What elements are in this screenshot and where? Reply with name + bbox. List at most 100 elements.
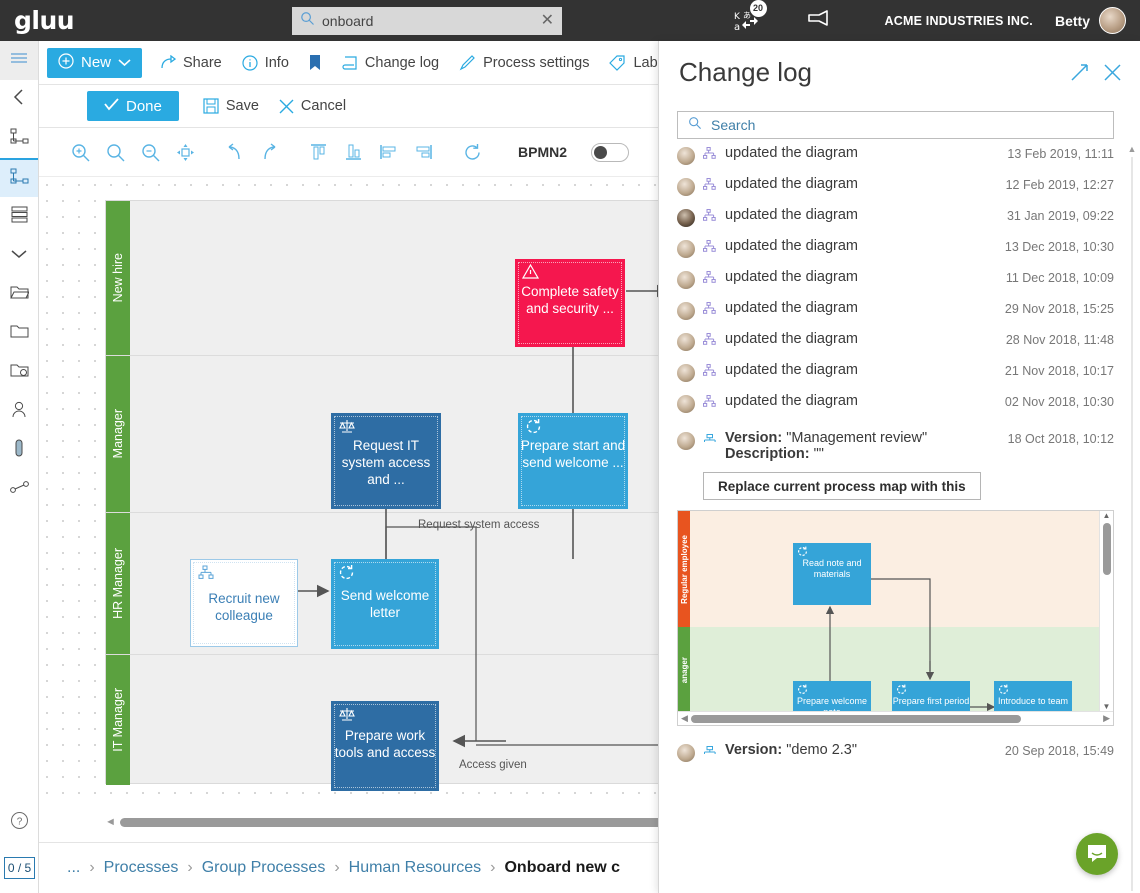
list-item[interactable]: updated the diagram 13 Feb 2019, 11:11 [677,145,1114,176]
chat-button[interactable] [1076,833,1118,875]
scroll-right-icon[interactable]: ▶ [1100,713,1113,724]
preview-canvas[interactable]: Regular employee anager Read note and ma… [678,511,1099,711]
reset-icon[interactable] [463,143,482,162]
scroll-thumb[interactable] [690,714,1021,723]
list-item[interactable]: updated the diagram 13 Dec 2018, 10:30 [677,238,1114,269]
zoom-out-icon[interactable] [141,143,160,162]
version-entry[interactable]: Version: "Management review" Description… [677,424,1114,462]
change-log-list: updated the diagram 13 Feb 2019, 11:11 u… [659,145,1140,500]
panel-search[interactable] [677,111,1114,139]
fit-icon[interactable] [176,143,195,162]
breadcrumb-item-group-processes[interactable]: Group Processes [202,859,326,877]
preview-task-read-note[interactable]: Read note and materials [793,543,871,605]
avatar [677,364,695,382]
list-item[interactable]: updated the diagram 12 Feb 2019, 12:27 [677,176,1114,207]
expand-icon[interactable] [1070,63,1089,82]
breadcrumb-item-ellipsis[interactable]: ... [67,859,80,877]
align-left-icon[interactable] [379,143,398,161]
undo-icon[interactable] [225,143,244,161]
process-icon [10,168,29,190]
sidebar-item-folder-sync[interactable] [0,353,38,392]
list-item[interactable]: updated the diagram 28 Nov 2018, 11:48 [677,331,1114,362]
zoom-in-icon[interactable] [71,143,90,162]
sidebar-item-expand[interactable] [0,236,38,275]
scales-icon [338,418,356,438]
avatar[interactable] [1099,7,1126,34]
scroll-thumb[interactable] [1102,523,1111,575]
zoom-icon[interactable] [106,143,125,162]
bpmn-toggle[interactable] [591,142,630,162]
list-item[interactable]: updated the diagram 21 Nov 2018, 10:17 [677,362,1114,393]
announcements-icon[interactable] [807,9,833,32]
redo-icon[interactable] [260,143,279,161]
list-item-text: updated the diagram [725,331,859,347]
sidebar-item-collapse[interactable] [0,80,38,119]
scroll-up-icon[interactable]: ▲ [1128,144,1137,154]
list-item-date: 13 Dec 2018, 10:30 [1004,240,1114,254]
preview-horizontal-scrollbar[interactable]: ◀ ▶ [678,711,1113,725]
scroll-down-icon[interactable]: ▼ [1103,702,1111,711]
panel-vertical-scrollbar[interactable]: ▲ ▼ [1127,144,1137,893]
lane-label: New hire [111,253,125,303]
task-send-welcome-letter[interactable]: Send welcome letter [331,559,439,649]
version-entry-2[interactable]: Version: "demo 2.3" 20 Sep 2018, 15:49 [659,726,1140,763]
breadcrumb-item-processes[interactable]: Processes [104,859,179,877]
search-input[interactable] [322,13,541,29]
list-item[interactable]: updated the diagram 11 Dec 2018, 10:09 [677,269,1114,300]
align-right-icon[interactable] [414,143,433,161]
align-bottom-icon[interactable] [344,143,363,161]
cancel-button[interactable]: Cancel [279,98,346,114]
app-logo[interactable]: gluu [0,6,100,35]
menu-item-change-log[interactable]: Change log [341,55,439,71]
panel-search-input[interactable] [711,117,1103,133]
task-prepare-start[interactable]: Prepare start and send welcome ... [518,413,628,509]
sidebar-item-menu-toggle[interactable] [0,41,38,80]
avatar [677,271,695,289]
replace-process-map-button[interactable]: Replace current process map with this [703,472,981,500]
sidebar-item-tag[interactable] [0,431,38,470]
translate-button[interactable]: K あ a 20 [723,0,769,33]
preview-task-prepare-first-period[interactable]: Prepare first period [892,681,970,711]
chat-icon [1088,845,1106,862]
task-recruit-new-colleague[interactable]: Recruit new colleague [190,559,298,647]
task-request-it-access[interactable]: Request IT system access and ... [331,413,441,509]
scroll-left-icon[interactable]: ◀ [678,713,691,724]
menu-item-process-settings[interactable]: Process settings [459,54,589,71]
canvas-horizontal-scrollbar[interactable]: ◄ [105,814,683,830]
version-preview[interactable]: Regular employee anager Read note and ma… [677,510,1114,726]
breadcrumb-item-human-resources[interactable]: Human Resources [349,859,482,877]
preview-vertical-scrollbar[interactable]: ▲ ▼ [1099,511,1113,711]
preview-task-prepare-welcome-note[interactable]: Prepare welcome note [793,681,871,711]
sidebar-item-folder-open[interactable] [0,275,38,314]
sidebar-item-people[interactable] [0,392,38,431]
close-icon[interactable] [1103,63,1122,82]
menu-item-info[interactable]: Info [242,55,289,71]
global-search[interactable]: ✕ [292,7,562,35]
help-button[interactable]: ? [0,801,39,840]
menu-item-bookmark[interactable] [309,54,321,72]
share-icon [160,55,177,70]
sidebar-item-process-active[interactable] [0,158,38,197]
list-item[interactable]: updated the diagram 02 Nov 2018, 10:30 [677,393,1114,424]
scroll-thumb[interactable] [119,817,683,827]
task-complete-safety[interactable]: Complete safety and security ... [515,259,625,347]
task-prepare-work-tools[interactable]: Prepare work tools and access [331,701,439,791]
done-button[interactable]: Done [87,91,179,121]
scroll-left-icon[interactable]: ◄ [105,816,116,828]
new-button-label: New [81,54,112,71]
list-item[interactable]: updated the diagram 29 Nov 2018, 15:25 [677,300,1114,331]
sidebar-item-links[interactable] [0,470,38,509]
sidebar-item-processes[interactable] [0,119,38,158]
sidebar-item-tables[interactable] [0,197,38,236]
preview-task-introduce-to-team[interactable]: Introduce to team [994,681,1072,711]
scroll-up-icon[interactable]: ▲ [1103,511,1111,520]
save-button[interactable]: Save [203,98,259,114]
menu-item-share[interactable]: Share [160,55,222,71]
sidebar-item-folder[interactable] [0,314,38,353]
list-item[interactable]: updated the diagram 31 Jan 2019, 09:22 [677,207,1114,238]
lane-label: Manager [111,409,125,459]
user-name[interactable]: Betty [1055,13,1090,29]
clear-search-icon[interactable]: ✕ [541,13,554,29]
new-button[interactable]: New [47,47,143,78]
align-top-icon[interactable] [309,143,328,161]
